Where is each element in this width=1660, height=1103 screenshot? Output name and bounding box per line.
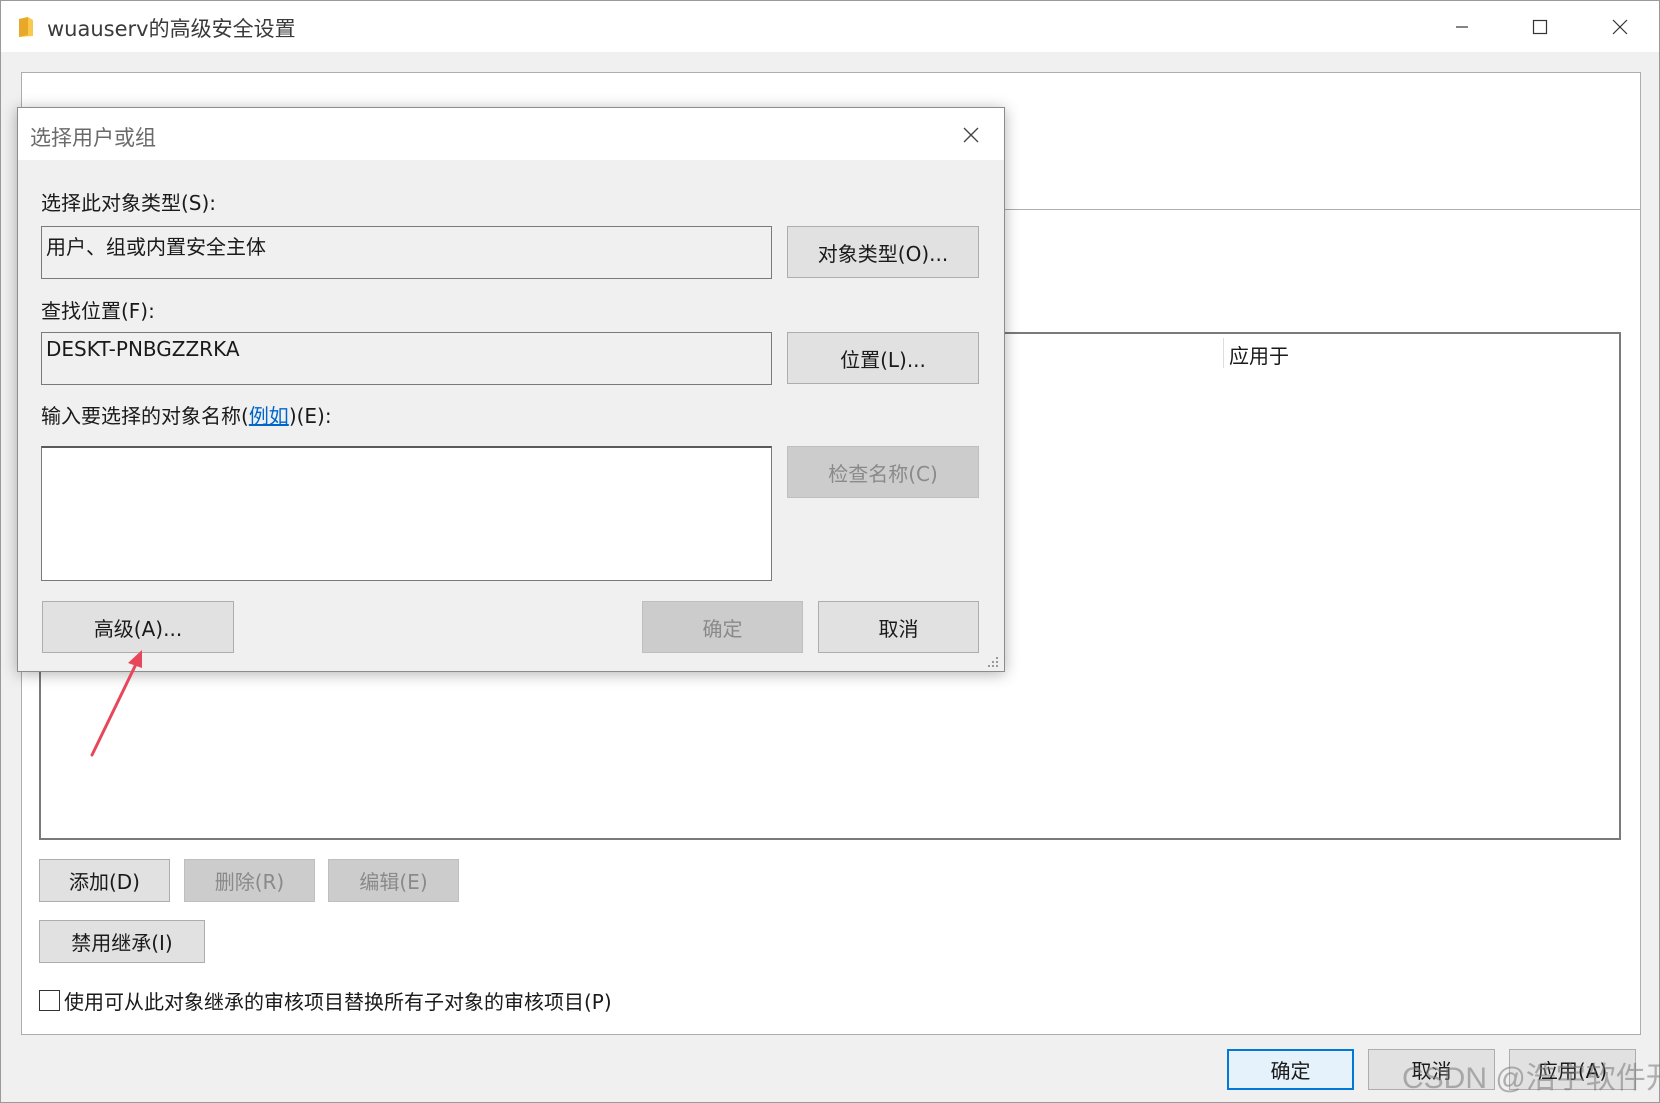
object-type-field: 用户、组或内置安全主体	[41, 226, 772, 279]
minimize-button[interactable]	[1423, 1, 1501, 52]
object-names-input[interactable]	[41, 446, 772, 581]
column-separator[interactable]	[1223, 338, 1224, 368]
maximize-icon	[1532, 19, 1548, 34]
check-names-button[interactable]: 检查名称(C)	[787, 446, 979, 498]
maximize-button[interactable]	[1501, 1, 1579, 52]
select-users-dialog: 选择用户或组 选择此对象类型(S): 用户、组或内置安全主体 对象类型(O)..…	[17, 107, 1005, 672]
watermark: CSDN @浩宇软件开发	[1402, 1062, 1660, 1095]
location-label: 查找位置(F):	[41, 299, 155, 323]
section-divider	[1005, 209, 1641, 210]
edit-button[interactable]: 编辑(E)	[328, 859, 459, 902]
object-type-label: 选择此对象类型(S):	[41, 191, 217, 215]
folder-icon	[19, 17, 33, 37]
examples-link[interactable]: 例如	[249, 404, 289, 428]
main-titlebar: wuauserv的高级安全设置	[1, 1, 1659, 52]
locations-button[interactable]: 位置(L)...	[787, 332, 979, 384]
object-types-button[interactable]: 对象类型(O)...	[787, 226, 979, 278]
dialog-titlebar: 选择用户或组	[18, 108, 1004, 160]
resize-grip-icon[interactable]	[984, 653, 1000, 669]
enter-names-label: 输入要选择的对象名称(例如)(E):	[41, 400, 332, 429]
window-title: wuauserv的高级安全设置	[47, 17, 296, 41]
dialog-cancel-button[interactable]: 取消	[818, 601, 979, 653]
minimize-icon	[1456, 25, 1468, 28]
disable-inheritance-button[interactable]: 禁用继承(I)	[39, 920, 205, 963]
location-field: DESKT-PNBGZZRKA	[41, 332, 772, 385]
advanced-button[interactable]: 高级(A)...	[42, 601, 234, 653]
close-icon	[1612, 19, 1628, 34]
replace-child-audit-label: 使用可从此对象继承的审核项目替换所有子对象的审核项目(P)	[64, 990, 612, 1014]
add-button[interactable]: 添加(D)	[39, 859, 170, 902]
close-icon	[963, 127, 979, 143]
enter-names-prefix: 输入要选择的对象名称(	[41, 404, 249, 428]
ok-button[interactable]: 确定	[1227, 1049, 1354, 1090]
dialog-ok-button[interactable]: 确定	[642, 601, 803, 653]
column-header-applies-to[interactable]: 应用于	[1229, 340, 1289, 369]
dialog-close-button[interactable]	[958, 122, 984, 148]
enter-names-suffix: )(E):	[288, 404, 332, 428]
replace-child-audit-checkbox[interactable]	[39, 990, 60, 1011]
remove-button[interactable]: 删除(R)	[184, 859, 315, 902]
close-window-button[interactable]	[1581, 1, 1659, 52]
dialog-title: 选择用户或组	[30, 126, 156, 150]
